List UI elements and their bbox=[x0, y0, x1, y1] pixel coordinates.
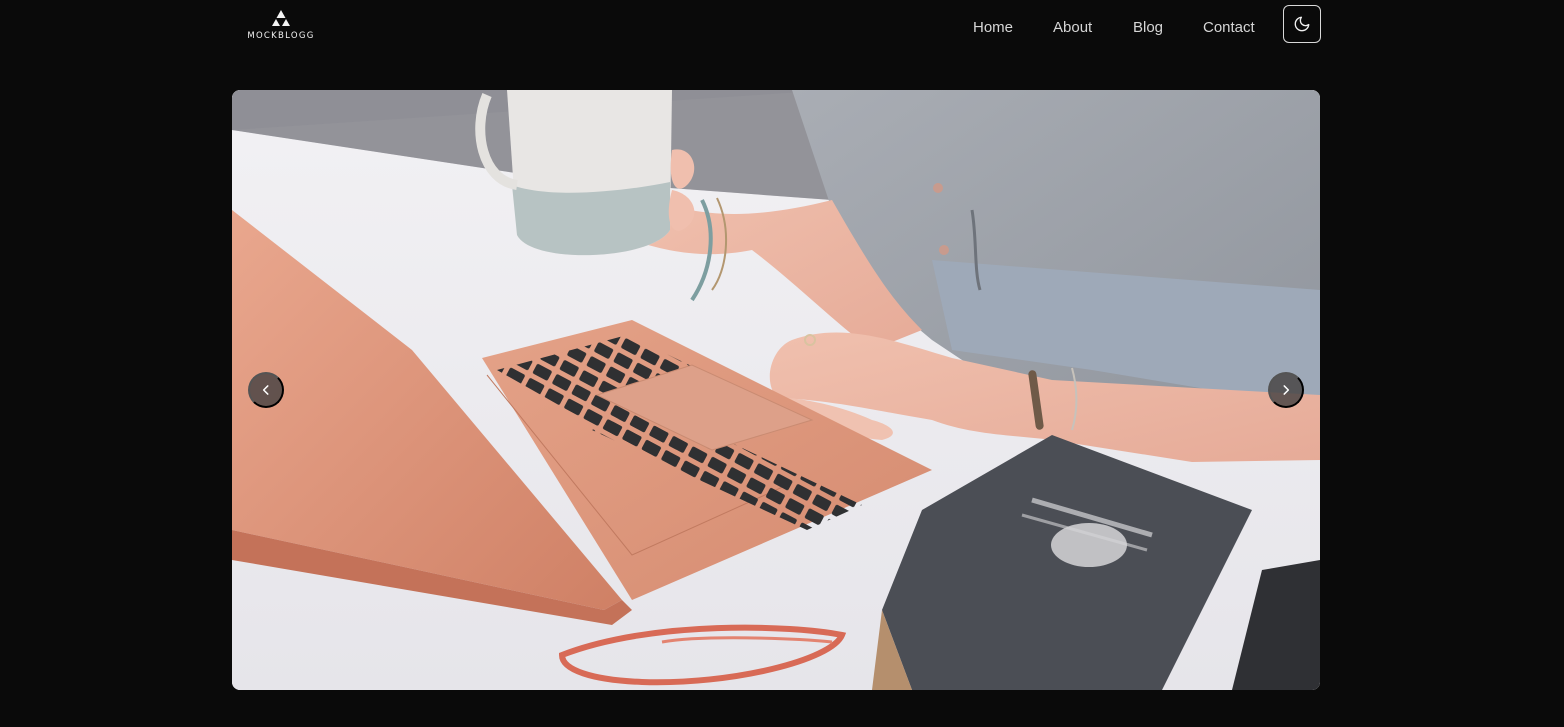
nav-about-link[interactable]: About bbox=[1053, 19, 1092, 36]
nav-home-link[interactable]: Home bbox=[973, 19, 1013, 36]
nav-blog-link[interactable]: Blog bbox=[1133, 19, 1163, 36]
brand-name: MOCKBLOGG bbox=[247, 31, 315, 41]
nav-contact-link[interactable]: Contact bbox=[1203, 19, 1255, 36]
moon-icon bbox=[1294, 16, 1310, 32]
brand-logo[interactable]: MOCKBLOGG bbox=[244, 10, 318, 44]
chevron-right-icon bbox=[1283, 385, 1290, 395]
carousel-image bbox=[232, 90, 1320, 690]
image-carousel bbox=[232, 90, 1320, 690]
triangle-mountain-icon bbox=[272, 10, 290, 26]
site-header: MOCKBLOGG Home About Blog Contact bbox=[0, 0, 1564, 56]
carousel-next-button[interactable] bbox=[1268, 372, 1304, 408]
carousel-prev-button[interactable] bbox=[248, 372, 284, 408]
theme-toggle-button[interactable] bbox=[1283, 5, 1321, 43]
chevron-left-icon bbox=[262, 385, 269, 395]
